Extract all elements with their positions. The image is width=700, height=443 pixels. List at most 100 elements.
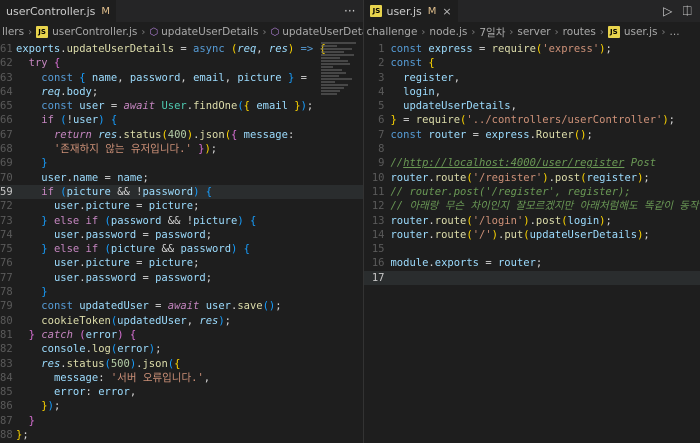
code-text: } catch (error) { — [28, 328, 137, 341]
code-line[interactable]: 4 login, — [364, 85, 700, 99]
code-line[interactable]: 11 // router.post('/register', register); — [364, 185, 700, 199]
code-text: user.name = name; — [41, 171, 149, 184]
code-line[interactable]: 88}; — [0, 428, 363, 442]
breadcrumb-item[interactable]: server — [517, 26, 550, 38]
breadcrumb-item[interactable]: JS userController.js — [36, 26, 137, 38]
code-line[interactable]: 1 const express = require('express'); — [364, 42, 700, 56]
code-line[interactable]: 74 user.password = password; — [0, 228, 363, 242]
code-line[interactable]: 85 error: error, — [0, 385, 363, 399]
run-icon[interactable]: ▷ — [663, 4, 672, 19]
code-line[interactable]: 81 } catch (error) { — [0, 328, 363, 342]
line-number: 79 — [0, 300, 13, 313]
line-number: 86 — [0, 400, 13, 413]
line-number: 11 — [371, 185, 385, 198]
more-actions-icon[interactable]: ··· — [344, 4, 355, 18]
breadcrumb-item[interactable]: routes — [563, 26, 596, 38]
line-number: 87 — [0, 414, 13, 427]
code-text: updateUserDetails, — [403, 100, 517, 113]
modified-indicator: M — [101, 5, 111, 17]
code-text: res.status(500).json({ — [41, 357, 181, 370]
breadcrumb-item[interactable]: ⬡updateUserDetails — [270, 26, 363, 38]
code-line[interactable]: 69 } — [0, 156, 363, 170]
code-line[interactable]: 78 } — [0, 285, 363, 299]
code-line[interactable]: 6 } = require('../controllers/userControl… — [364, 113, 700, 127]
code-line[interactable]: 67 return res.status(400).json({ message… — [0, 128, 363, 142]
tab-usercontroller[interactable]: userController.js M — [0, 0, 117, 22]
code-line[interactable]: 79 const updatedUser = await user.save()… — [0, 299, 363, 313]
breadcrumb-label: userController.js — [52, 26, 138, 38]
code-line[interactable]: 84 message: '서버 오류입니다.', — [0, 371, 363, 385]
code-line[interactable]: 63 const { name, password, email, pictur… — [0, 71, 363, 85]
breadcrumb-item[interactable]: ... — [670, 26, 680, 38]
code-text: const user = await User.findOne({ email … — [41, 100, 314, 113]
line-number: 10 — [371, 171, 385, 184]
code-text: message: '서버 오류입니다.', — [53, 371, 211, 384]
code-text: if (!user) { — [41, 114, 118, 127]
line-number: 6 — [378, 114, 385, 127]
breadcrumb-item[interactable]: challenge — [366, 26, 417, 38]
code-line[interactable]: 16 module.exports = router; — [364, 256, 700, 270]
line-number: 5 — [378, 100, 385, 113]
code-editor-right[interactable]: 1 const express = require('express'); 2 con… — [364, 42, 700, 443]
code-line[interactable]: 3 register, — [364, 71, 700, 85]
code-line[interactable]: 77 user.password = password; — [0, 271, 363, 285]
code-line[interactable]: 62 try { — [0, 56, 363, 70]
line-number: 61 — [0, 43, 13, 55]
breadcrumb-item[interactable]: llers — [2, 26, 24, 38]
code-line[interactable]: 66 if (!user) { — [0, 113, 363, 127]
chevron-right-icon: › — [471, 26, 476, 38]
breadcrumb-item[interactable]: 7일차 — [479, 25, 505, 40]
code-line[interactable]: 83 res.status(500).json({ — [0, 357, 363, 371]
code-line[interactable]: 5 updateUserDetails, — [364, 99, 700, 113]
code-line[interactable]: 12 // 아래랑 무슨 차이인지 잘모르겠지만 아래처럼해도 똑같이 동작함 — [364, 199, 700, 213]
js-file-icon: JS — [607, 26, 620, 38]
code-line[interactable]: 59 if (picture && !password) { — [0, 184, 364, 200]
chevron-right-icon: › — [262, 26, 267, 38]
code-line[interactable]: 68 '존재하지 않는 유저입니다.' }); — [0, 142, 363, 156]
tab-user-js[interactable]: JS user.js M × — [364, 0, 458, 22]
code-text: register, — [403, 71, 461, 84]
code-line[interactable]: 9 //http://localhost:4000/user/register P… — [364, 156, 700, 170]
split-editor-icon[interactable]: ⎅ — [682, 4, 692, 19]
breadcrumb-label: updateUserDetails — [161, 26, 259, 38]
code-text: }); — [41, 400, 61, 413]
code-line[interactable]: 75 } else if (picture && password) { — [0, 242, 363, 256]
breadcrumb-item[interactable]: JS user.js — [607, 26, 658, 38]
code-line[interactable]: 61 exports.updateUserDetails = async (req… — [0, 42, 363, 56]
breadcrumb-item[interactable]: node.js — [429, 26, 467, 38]
code-line[interactable]: 2 const { — [364, 56, 700, 70]
code-text: user.picture = picture; — [53, 200, 200, 213]
code-line[interactable]: 80 cookieToken(updatedUser, res); — [0, 314, 363, 328]
code-line[interactable]: 15 — [364, 242, 700, 256]
line-number: 67 — [0, 128, 13, 141]
code-line[interactable]: 17 — [364, 270, 700, 286]
code-line[interactable]: 87 } — [0, 414, 363, 428]
code-text: } — [41, 157, 48, 170]
code-line[interactable]: 70 user.name = name; — [0, 171, 363, 185]
minimap[interactable] — [321, 42, 359, 112]
code-editor-left[interactable]: 61 exports.updateUserDetails = async (req… — [0, 42, 364, 443]
breadcrumb-item[interactable]: ⬡updateUserDetails — [149, 26, 258, 38]
line-number: 76 — [0, 257, 13, 270]
breadcrumb-left: llers › JS userController.js › ⬡ updateUse… — [0, 22, 363, 42]
close-icon[interactable]: × — [442, 5, 451, 18]
code-line[interactable]: 8 — [364, 142, 700, 156]
line-number: 13 — [371, 214, 385, 227]
code-text: } = require('../controllers/userControll… — [390, 114, 675, 127]
code-line[interactable]: 76 user.picture = picture; — [0, 256, 363, 270]
code-text: // router.post('/register', register); — [390, 185, 631, 198]
code-line[interactable]: 65 const user = await User.findOne({ ema… — [0, 99, 363, 113]
code-line[interactable]: 10 router.route('/register').post(registe… — [364, 171, 700, 185]
line-number: 2 — [378, 57, 385, 70]
code-line[interactable]: 72 user.picture = picture; — [0, 199, 363, 213]
code-line[interactable]: 82 console.log(error); — [0, 342, 363, 356]
code-line[interactable]: 86 }); — [0, 399, 363, 413]
code-line[interactable]: 73 } else if (password && !picture) { — [0, 214, 363, 228]
editor-toolbar-left: ··· — [344, 4, 363, 18]
tab-label: user.js — [386, 4, 422, 18]
line-number: 83 — [0, 357, 13, 370]
code-line[interactable]: 64 req.body; — [0, 85, 363, 99]
code-line[interactable]: 14 router.route('/').put(updateUserDetail… — [364, 228, 700, 242]
code-line[interactable]: 13 router.route('/login').post(login); — [364, 214, 700, 228]
code-line[interactable]: 7 const router = express.Router(); — [364, 128, 700, 142]
